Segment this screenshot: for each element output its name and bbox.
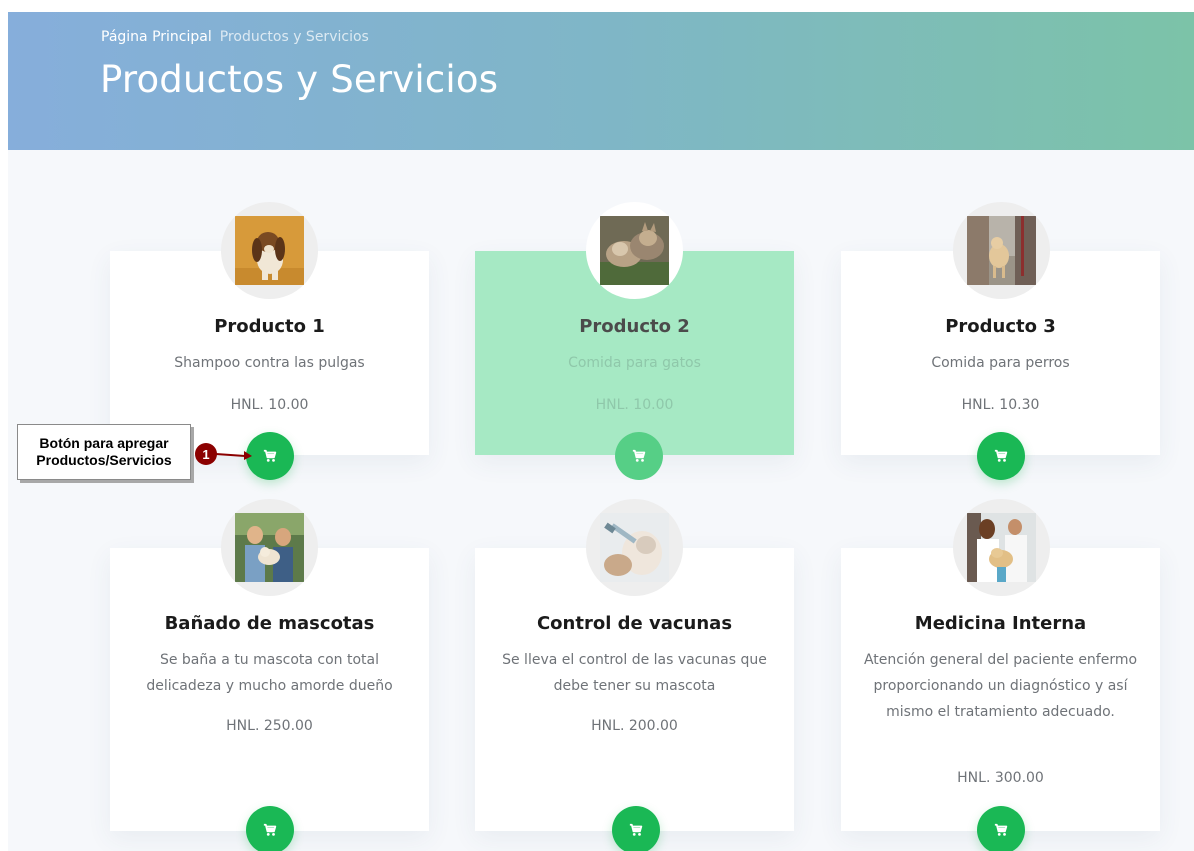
page-header: Página Principal Productos y Servicios P… <box>8 12 1194 150</box>
dog-walk-photo <box>967 216 1036 285</box>
service-image <box>953 499 1050 596</box>
shopping-cart-icon <box>994 823 1008 836</box>
card-price: HNL. 250.00 <box>226 718 313 734</box>
card-price: HNL. 200.00 <box>591 718 678 734</box>
add-to-cart-button[interactable] <box>977 432 1025 480</box>
add-to-cart-button[interactable] <box>246 432 294 480</box>
shopping-cart-icon <box>994 449 1008 462</box>
service-image <box>586 499 683 596</box>
card-title: Producto 2 <box>579 316 690 337</box>
shopping-cart-icon <box>632 449 646 462</box>
vet-photo <box>967 513 1036 582</box>
card-description: Shampoo contra las pulgas <box>174 355 365 371</box>
card-title: Medicina Interna <box>914 613 1087 634</box>
card-description: Se lleva el control de las vacunas que d… <box>502 652 767 694</box>
card-price: HNL. 10.00 <box>230 397 309 413</box>
card-description: Atención general del paciente enfermo pr… <box>863 652 1138 720</box>
cats-photo <box>600 216 669 285</box>
breadcrumb-current: Productos y Servicios <box>219 29 369 45</box>
card-title: Control de vacunas <box>536 613 733 634</box>
card-price: HNL. 300.00 <box>957 770 1044 786</box>
annotation-callout: Botón para apregar Productos/Servicios <box>17 424 191 480</box>
card-description: Comida para gatos <box>568 355 701 371</box>
dog-photo <box>235 216 304 285</box>
breadcrumb: Página Principal Productos y Servicios <box>101 29 369 45</box>
pet-family-photo <box>235 513 304 582</box>
annotation-number-badge: 1 <box>195 443 217 465</box>
shopping-cart-icon <box>263 449 277 462</box>
add-to-cart-button[interactable] <box>612 806 660 851</box>
card-title: Bañado de mascotas <box>164 613 375 634</box>
service-image <box>221 499 318 596</box>
card-price: HNL. 10.00 <box>595 397 674 413</box>
product-image <box>953 202 1050 299</box>
card-description: Comida para perros <box>931 355 1070 371</box>
add-to-cart-button[interactable] <box>246 806 294 851</box>
card-description: Se baña a tu mascota con total delicadez… <box>146 652 393 694</box>
card-price: HNL. 10.30 <box>961 397 1040 413</box>
annotation-line-2: Productos/Servicios <box>36 452 172 468</box>
product-image <box>586 202 683 299</box>
product-image <box>221 202 318 299</box>
breadcrumb-home-link[interactable]: Página Principal <box>101 29 212 45</box>
add-to-cart-button[interactable] <box>977 806 1025 851</box>
add-to-cart-button[interactable] <box>615 432 663 480</box>
shopping-cart-icon <box>629 823 643 836</box>
annotation-line-1: Botón para apregar <box>39 435 169 451</box>
annotation-arrow-icon <box>216 451 252 460</box>
card-title: Producto 3 <box>945 316 1056 337</box>
vaccine-photo <box>600 513 669 582</box>
card-title: Producto 1 <box>214 316 325 337</box>
page-title: Productos y Servicios <box>100 58 499 101</box>
shopping-cart-icon <box>263 823 277 836</box>
